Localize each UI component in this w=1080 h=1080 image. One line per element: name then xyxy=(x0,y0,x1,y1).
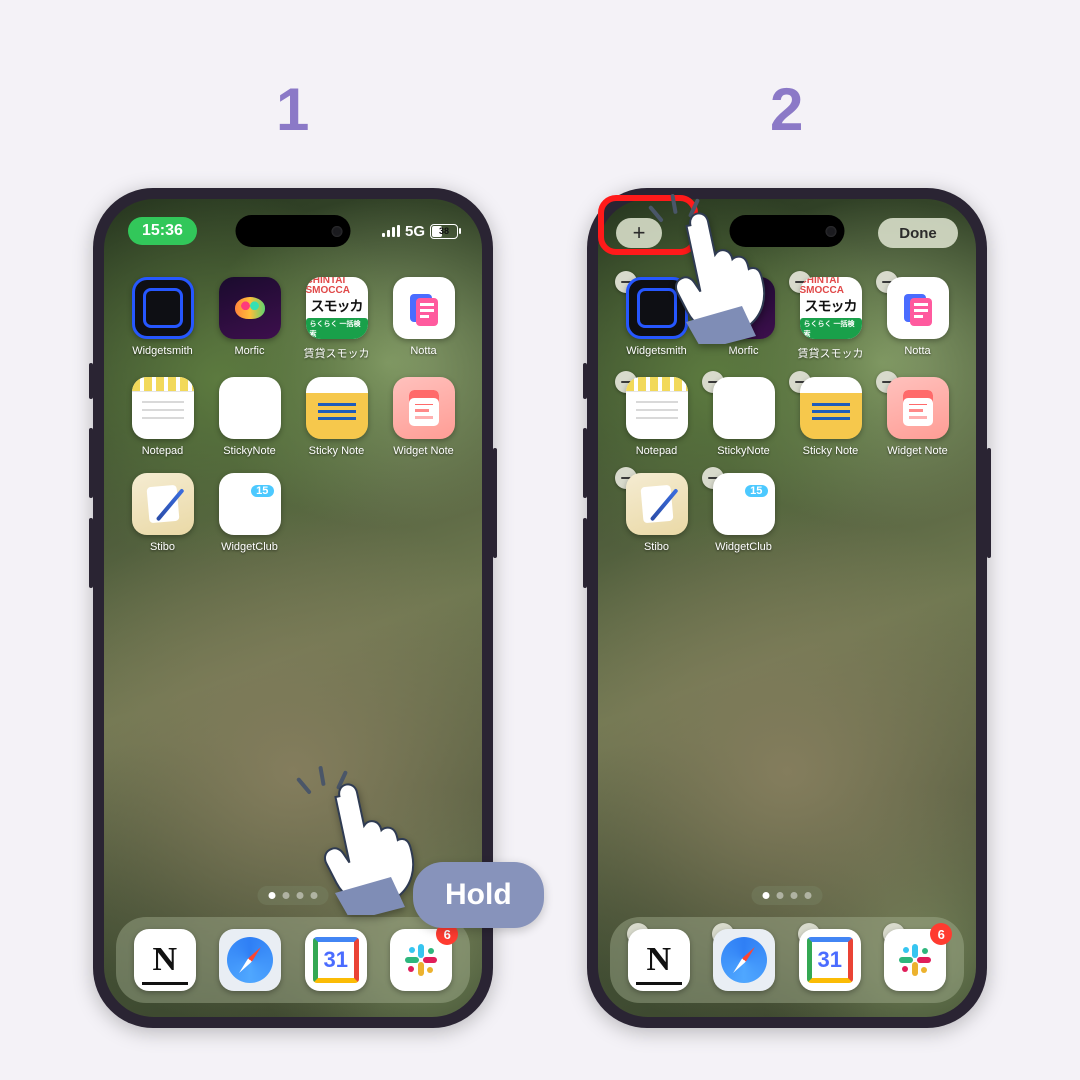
stibo-icon xyxy=(132,473,194,535)
app-label: 賃貸スモッカ xyxy=(304,345,370,361)
network-label: 5G xyxy=(405,223,425,240)
app-stickynote2[interactable]: Sticky Note xyxy=(790,377,871,457)
stickynote2-icon xyxy=(306,377,368,439)
safari-icon xyxy=(219,929,281,991)
widgetnote-icon xyxy=(887,377,949,439)
app-morfic[interactable]: Morfic xyxy=(703,277,784,361)
stickynote-icon xyxy=(713,377,775,439)
app-label: Sticky Note xyxy=(309,445,365,457)
app-widgetclub[interactable]: 15 WidgetClub xyxy=(209,473,290,553)
notta-icon xyxy=(393,277,455,339)
app-stickynote[interactable]: StickyNote xyxy=(703,377,784,457)
calendar-icon: 31 xyxy=(799,929,861,991)
app-label: 賃貸スモッカ xyxy=(798,345,864,361)
dock-safari[interactable] xyxy=(219,929,281,991)
app-widgetnote[interactable]: Widget Note xyxy=(383,377,464,457)
widgetclub-icon: 15 xyxy=(713,473,775,535)
app-smocca[interactable]: CHINTAI SMOCCAスモッカらくらく 一括検索賃貸スモッカ xyxy=(790,277,871,361)
app-label: Stibo xyxy=(644,541,669,553)
step-1-label: 1 xyxy=(276,75,309,144)
dock-calendar[interactable]: 31 xyxy=(799,929,861,991)
widgetsmith-icon xyxy=(626,277,688,339)
morfic-icon xyxy=(713,277,775,339)
app-widgetsmith[interactable]: Widgetsmith xyxy=(122,277,203,361)
dynamic-island xyxy=(236,215,351,247)
app-notepad[interactable]: Notepad xyxy=(616,377,697,457)
notepad-icon xyxy=(132,377,194,439)
app-stickynote2[interactable]: Sticky Note xyxy=(296,377,377,457)
notification-badge: 6 xyxy=(930,923,952,945)
app-stibo[interactable]: Stibo xyxy=(616,473,697,553)
app-notta[interactable]: Notta xyxy=(877,277,958,361)
app-widgetnote[interactable]: Widget Note xyxy=(877,377,958,457)
dock: N 31 6 xyxy=(610,917,964,1003)
app-smocca[interactable]: CHINTAI SMOCCAスモッカらくらく 一括検索賃貸スモッカ xyxy=(296,277,377,361)
step-2-label: 2 xyxy=(770,75,803,144)
stickynote2-icon xyxy=(800,377,862,439)
page-indicator[interactable] xyxy=(258,886,329,905)
app-label: StickyNote xyxy=(223,445,276,457)
app-label: Morfic xyxy=(729,345,759,357)
dock-notion[interactable]: N xyxy=(134,929,196,991)
app-label: Notepad xyxy=(142,445,184,457)
app-label: Widgetsmith xyxy=(132,345,193,357)
widgetclub-icon: 15 xyxy=(219,473,281,535)
app-label: StickyNote xyxy=(717,445,770,457)
app-label: WidgetClub xyxy=(221,541,278,553)
app-label: Widgetsmith xyxy=(626,345,687,357)
app-label: Stibo xyxy=(150,541,175,553)
app-notta[interactable]: Notta xyxy=(383,277,464,361)
stibo-icon xyxy=(626,473,688,535)
dock-slack[interactable]: 6 xyxy=(390,929,452,991)
notepad-icon xyxy=(626,377,688,439)
app-label: Notta xyxy=(410,345,436,357)
calendar-icon: 31 xyxy=(305,929,367,991)
app-stickynote[interactable]: StickyNote xyxy=(209,377,290,457)
app-label: Widget Note xyxy=(393,445,454,457)
dock-safari[interactable] xyxy=(713,929,775,991)
dock-notion[interactable]: N xyxy=(628,929,690,991)
app-label: Notepad xyxy=(636,445,678,457)
smocca-icon: CHINTAI SMOCCAスモッカらくらく 一括検索 xyxy=(800,277,862,339)
app-morfic[interactable]: Morfic xyxy=(209,277,290,361)
highlight-box xyxy=(598,195,698,255)
notta-icon xyxy=(887,277,949,339)
app-grid-edit: Widgetsmith Morfic CHINTAI SMOCCAスモッカらくら… xyxy=(598,277,976,553)
app-notepad[interactable]: Notepad xyxy=(122,377,203,457)
app-label: WidgetClub xyxy=(715,541,772,553)
app-label: Sticky Note xyxy=(803,445,859,457)
battery-icon: 38 xyxy=(430,224,458,239)
app-widgetclub[interactable]: 15 WidgetClub xyxy=(703,473,784,553)
widgetsmith-icon xyxy=(132,277,194,339)
app-label: Notta xyxy=(904,345,930,357)
app-label: Morfic xyxy=(235,345,265,357)
notion-icon: N xyxy=(628,929,690,991)
smocca-icon: CHINTAI SMOCCAスモッカらくらく 一括検索 xyxy=(306,277,368,339)
phone-step-2: + Done Widgetsmith Morfic CHINTAI SMOCCA… xyxy=(587,188,987,1028)
home-screen-edit[interactable]: + Done Widgetsmith Morfic CHINTAI SMOCCA… xyxy=(598,199,976,1017)
status-time[interactable]: 15:36 xyxy=(128,217,197,245)
stickynote-icon xyxy=(219,377,281,439)
dock: N 31 6 xyxy=(116,917,470,1003)
signal-icon xyxy=(382,225,400,237)
safari-icon xyxy=(713,929,775,991)
dock-calendar[interactable]: 31 xyxy=(305,929,367,991)
morfic-icon xyxy=(219,277,281,339)
page-indicator[interactable] xyxy=(752,886,823,905)
done-button[interactable]: Done xyxy=(878,218,958,248)
app-grid: Widgetsmith Morfic CHINTAI SMOCCAスモッカらくら… xyxy=(104,277,482,553)
app-label: Widget Note xyxy=(887,445,948,457)
hold-label: Hold xyxy=(413,862,544,928)
app-stibo[interactable]: Stibo xyxy=(122,473,203,553)
dock-slack[interactable]: 6 xyxy=(884,929,946,991)
app-widgetsmith[interactable]: Widgetsmith xyxy=(616,277,697,361)
widgetnote-icon xyxy=(393,377,455,439)
notion-icon: N xyxy=(134,929,196,991)
